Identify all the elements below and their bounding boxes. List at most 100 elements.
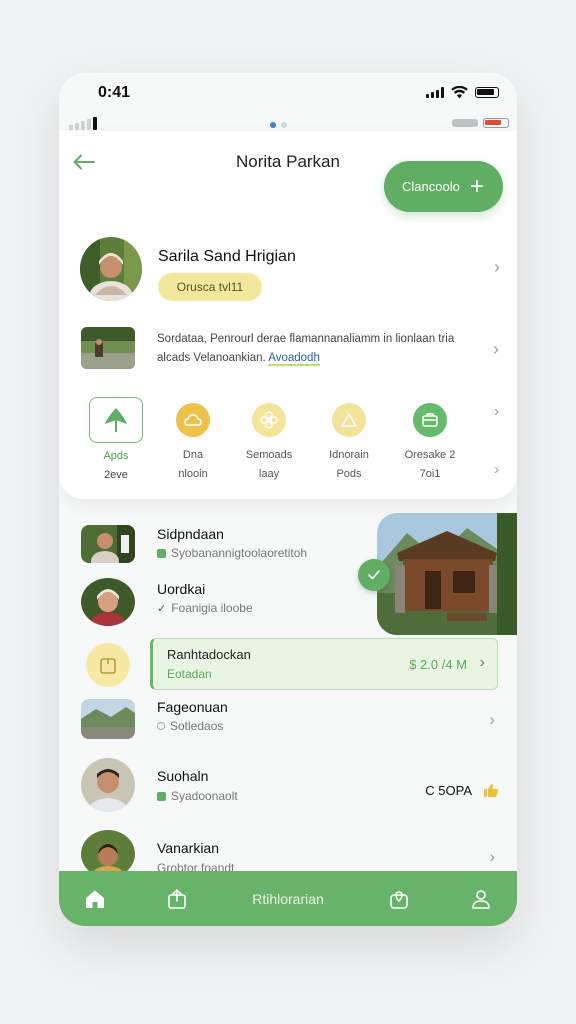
tab-home[interactable] (73, 871, 117, 926)
category-label-line: Dna (182, 449, 204, 461)
description-text: Sordataa, Penrourl derae flamannanaliamm… (157, 330, 477, 368)
profile-row[interactable]: Sarila Sand Hrigian Orusca tvl11 › (80, 237, 500, 303)
list-item-title: Fageonuan (157, 699, 228, 715)
chevron-right-icon: › (489, 847, 495, 866)
create-button-label: Clancoolo (402, 179, 460, 194)
list-item-subtitle: Sotledaos (157, 719, 223, 733)
ghost-status-icons (452, 118, 509, 128)
list-item-subtitle: Syadoonaolt (157, 789, 238, 803)
map-pin-icon (390, 890, 408, 909)
list-item-subtitle-text: Sotledaos (170, 719, 224, 733)
list-item-title: Uordkai (157, 581, 206, 597)
avatar (80, 237, 142, 301)
category-label-line: Oresake 2 (404, 449, 456, 461)
category-icon-box (89, 397, 143, 443)
home-icon (86, 890, 104, 908)
chevron-right-icon: › (493, 339, 499, 359)
battery-icon (475, 86, 499, 98)
category-item[interactable]: Dna nlooin (158, 397, 228, 484)
list-item-subtitle: ✓ Foanigia iloobe (157, 601, 253, 615)
create-button[interactable]: Clancoolo + (384, 161, 503, 212)
category-label-line: nlooin (178, 468, 208, 480)
list-item-subtitle-text: Foanigia iloobe (171, 601, 253, 615)
highlight-subtitle: Eotadan (167, 667, 212, 681)
chevron-right-icon: › (479, 654, 485, 671)
ghost-status-bar (59, 113, 517, 133)
ghost-signal-icon (69, 117, 97, 130)
list-item[interactable]: Suohaln Syadoonaolt C 5OPA (59, 758, 517, 818)
list-item-subtitle-text: Syadoonaolt (171, 789, 238, 803)
profile-name: Sarila Sand Hrigian (158, 248, 296, 265)
signal-icon (426, 86, 444, 98)
list-item-title: Vanarkian (157, 840, 220, 856)
bottom-tab-bar: Rtihlorarian (59, 871, 517, 926)
category-item[interactable]: Idnorain Pods (314, 397, 384, 484)
tag-icon (157, 791, 166, 801)
category-item[interactable]: Apds 2eve (81, 397, 151, 485)
avatar (81, 758, 135, 812)
description-link[interactable]: Avoadodh (268, 352, 320, 366)
avatar (81, 699, 135, 739)
check-badge[interactable] (358, 559, 390, 591)
highlight-price: $ 2.0 /4 M (409, 657, 467, 672)
package-icon[interactable] (86, 643, 130, 687)
user-icon (472, 889, 490, 909)
avatar (81, 578, 135, 626)
highlighted-list-item[interactable]: Ranhtadockan Eotadan $ 2.0 /4 M › (150, 638, 498, 690)
chevron-right-icon[interactable]: › (494, 403, 499, 420)
share-icon (168, 888, 186, 909)
tag-icon (157, 548, 166, 558)
category-label: Idnorain Pods (314, 446, 384, 484)
category-label-line: 2eve (104, 469, 128, 481)
pin-icon: ✓ (157, 602, 167, 615)
header-card: Norita Parkan Clancoolo + Sarila Sand Hr… (59, 131, 517, 499)
briefcase-icon (413, 403, 447, 437)
plus-icon: + (469, 172, 484, 200)
category-item[interactable]: Oresake 2 7oi1 (395, 397, 465, 484)
list-item-subtitle-text: Syobanannigtoolaoretitoh (171, 546, 308, 560)
status-icons (426, 85, 499, 99)
category-label-line: Semoads (245, 449, 293, 461)
highlight-title: Ranhtadockan (167, 647, 251, 662)
tab-profile[interactable] (459, 871, 503, 926)
category-label-line: laay (258, 468, 280, 480)
phone-frame: 0:41 Norita Parkan Clancoolo + Sarila Sa… (59, 73, 517, 926)
triangle-icon (332, 403, 366, 437)
cloud-icon (176, 403, 210, 437)
chevron-right-icon[interactable]: › (494, 461, 499, 478)
thumbs-up-icon[interactable] (483, 783, 499, 803)
category-label-line: Idnorain (329, 449, 369, 461)
flower-icon (252, 403, 286, 437)
plant-icon (105, 408, 127, 432)
ghost-battery-icon (483, 118, 509, 128)
category-item[interactable]: Semoads laay (234, 397, 304, 484)
featured-photo[interactable] (377, 513, 517, 635)
list-item-subtitle: Syobanannigtoolaoretitoh (157, 546, 307, 560)
status-time: 0:41 (98, 84, 131, 101)
chevron-right-icon: › (494, 257, 500, 277)
list-item[interactable]: Fageonuan Sotledaos › (59, 696, 517, 756)
description-row[interactable]: Sordataa, Penrourl derae flamannanaliamm… (81, 327, 501, 375)
wifi-icon (451, 85, 468, 99)
status-bar: 0:41 (59, 73, 517, 113)
tab-center[interactable]: Rtihlorarian (223, 871, 353, 926)
description-thumbnail (81, 327, 135, 369)
circle-icon (157, 722, 165, 730)
category-label-line: Apds (103, 450, 129, 462)
avatar (81, 525, 135, 563)
category-label: Oresake 2 7oi1 (395, 446, 465, 484)
page-indicator (270, 122, 287, 128)
tab-share[interactable] (155, 871, 199, 926)
tab-location[interactable] (377, 871, 421, 926)
list-item-value: C 5OPA (425, 783, 472, 798)
category-label: Apds 2eve (81, 447, 151, 485)
list-item-title: Sidpndaan (157, 526, 224, 542)
category-label: Dna nlooin (158, 446, 228, 484)
status-badge: Orusca tvl11 (158, 273, 262, 301)
category-label: Semoads laay (234, 446, 304, 484)
list-item-title: Suohaln (157, 768, 209, 784)
tab-center-label: Rtihlorarian (252, 890, 324, 907)
check-icon (368, 570, 380, 580)
category-label-line: 7oi1 (419, 468, 441, 480)
category-label-line: Pods (336, 468, 362, 480)
